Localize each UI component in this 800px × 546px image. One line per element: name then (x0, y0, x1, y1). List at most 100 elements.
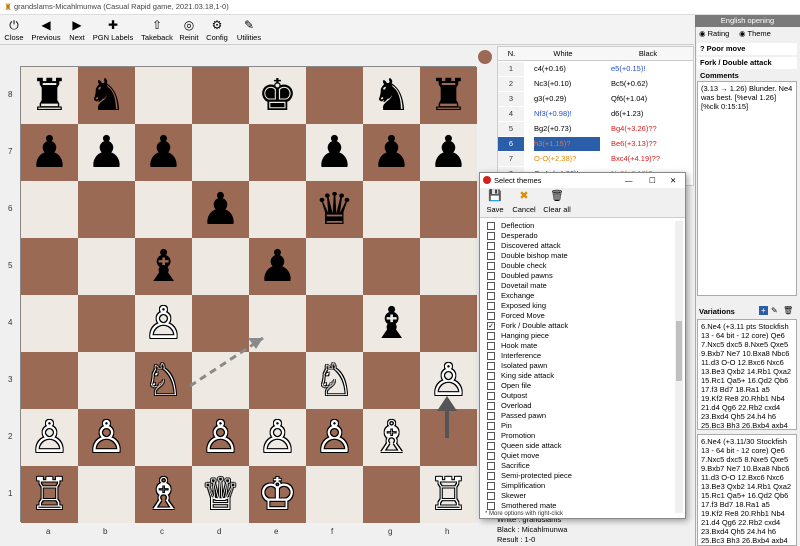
move-row[interactable]: 1 c4(+0.16) e5(+0.15)! (498, 62, 693, 76)
theme-checkbox[interactable] (487, 302, 495, 310)
square-a2[interactable]: ♙ (21, 409, 78, 466)
theme-checkbox[interactable] (487, 472, 495, 480)
square-e6[interactable] (249, 181, 306, 238)
theme-item[interactable]: Queen side attack (484, 441, 634, 451)
theme-checkbox[interactable] (487, 402, 495, 410)
chess-piece[interactable]: ♝ (363, 295, 420, 352)
theme-checkbox[interactable] (487, 332, 495, 340)
square-b7[interactable]: ♟ (78, 124, 135, 181)
variation-1[interactable]: 6.Ne4 (+3.11 pts Stockfish 13 - 64 bit -… (697, 319, 797, 430)
square-c1[interactable]: ♗ (135, 466, 192, 523)
square-e5[interactable]: ♟ (249, 238, 306, 295)
chess-piece[interactable]: ♕ (192, 466, 249, 523)
theme-checkbox[interactable] (487, 422, 495, 430)
chess-piece[interactable]: ♔ (249, 466, 306, 523)
chess-piece[interactable]: ♙ (135, 295, 192, 352)
theme-checkbox[interactable] (487, 392, 495, 400)
white-move[interactable]: g3(+0.29) (534, 92, 600, 106)
theme-checkbox[interactable] (487, 502, 495, 510)
square-e4[interactable] (249, 295, 306, 352)
clear-all-button[interactable]: 🗑 Clear all (542, 190, 572, 214)
square-f4[interactable] (306, 295, 363, 352)
chess-piece[interactable]: ♟ (21, 124, 78, 181)
square-f3[interactable]: ♘ (306, 352, 363, 409)
white-move[interactable]: h3(+1.15)? (534, 137, 600, 151)
theme-item[interactable]: King side attack (484, 371, 634, 381)
theme-checkbox[interactable] (487, 362, 495, 370)
reinit-button[interactable]: ◎ Reinit (178, 15, 200, 45)
square-c3[interactable]: ♘ (135, 352, 192, 409)
theme-checkbox[interactable]: ✓ (487, 322, 495, 330)
theme-checkbox[interactable] (487, 452, 495, 460)
square-a8[interactable]: ♜ (21, 67, 78, 124)
move-row[interactable]: 2 Nc3(+0.10) Bc5(+0.62) (498, 77, 693, 91)
square-f6[interactable]: ♛ (306, 181, 363, 238)
square-h6[interactable] (420, 181, 477, 238)
black-move[interactable]: e5(+0.15)! (611, 62, 693, 76)
chess-piece[interactable]: ♞ (78, 67, 135, 124)
theme-checkbox[interactable] (487, 412, 495, 420)
theme-checkbox[interactable] (487, 482, 495, 490)
square-g6[interactable] (363, 181, 420, 238)
theme-item[interactable]: Double check (484, 261, 634, 271)
theme-item[interactable]: Skewer (484, 491, 634, 501)
square-b4[interactable] (78, 295, 135, 352)
next-button[interactable]: ▶ Next (66, 15, 88, 45)
chess-piece[interactable]: ♖ (21, 466, 78, 523)
minimize-icon[interactable]: — (625, 173, 633, 188)
theme-item[interactable]: Sacrifice (484, 461, 634, 471)
square-b3[interactable] (78, 352, 135, 409)
square-e3[interactable] (249, 352, 306, 409)
square-g2[interactable]: ♗ (363, 409, 420, 466)
square-f2[interactable]: ♙ (306, 409, 363, 466)
square-h2[interactable] (420, 409, 477, 466)
scrollbar-thumb[interactable] (676, 321, 682, 381)
theme-checkbox[interactable] (487, 352, 495, 360)
chess-piece[interactable]: ♜ (21, 67, 78, 124)
poor-move-label[interactable]: ? Poor move (697, 43, 797, 55)
theme-item[interactable]: Semi-protected piece (484, 471, 634, 481)
theme-checkbox[interactable] (487, 232, 495, 240)
save-button[interactable]: 💾 Save (485, 190, 505, 214)
square-b8[interactable]: ♞ (78, 67, 135, 124)
theme-item[interactable]: Dovetail mate (484, 281, 634, 291)
square-a6[interactable] (21, 181, 78, 238)
theme-item[interactable]: Double bishop mate (484, 251, 634, 261)
delete-variation-icon[interactable]: 🗑 (783, 306, 793, 315)
square-g1[interactable] (363, 466, 420, 523)
theme-checkbox[interactable] (487, 342, 495, 350)
chess-piece[interactable]: ♜ (420, 67, 477, 124)
square-c6[interactable] (135, 181, 192, 238)
square-h3[interactable]: ♙ (420, 352, 477, 409)
square-g4[interactable]: ♝ (363, 295, 420, 352)
theme-checkbox[interactable] (487, 262, 495, 270)
square-a1[interactable]: ♖ (21, 466, 78, 523)
variation-2[interactable]: 6.Ne4 (+3.11/30 Stockfish 13 - 64 bit - … (697, 434, 797, 546)
chess-piece[interactable]: ♟ (420, 124, 477, 181)
takeback-button[interactable]: ⇧ Takeback (140, 15, 174, 45)
edit-variation-icon[interactable]: ✎ (771, 306, 778, 315)
chess-piece[interactable]: ♙ (192, 409, 249, 466)
square-f8[interactable] (306, 67, 363, 124)
theme-checkbox[interactable] (487, 372, 495, 380)
close-button[interactable]: ⏻ Close (2, 15, 26, 45)
chess-piece[interactable]: ♖ (420, 466, 477, 523)
square-a4[interactable] (21, 295, 78, 352)
theme-checkbox[interactable] (487, 312, 495, 320)
theme-checkbox[interactable] (487, 492, 495, 500)
square-b1[interactable] (78, 466, 135, 523)
chess-piece[interactable]: ♙ (249, 409, 306, 466)
move-row[interactable]: 7 O-O(+2.38)? Bxc4(+4.19)?? (498, 152, 693, 166)
theme-item[interactable]: Forced Move (484, 311, 634, 321)
square-h8[interactable]: ♜ (420, 67, 477, 124)
theme-item[interactable]: Overload (484, 401, 634, 411)
square-a3[interactable] (21, 352, 78, 409)
pgn-labels-button[interactable]: ✚ PGN Labels (92, 15, 134, 45)
move-row[interactable]: 4 Nf3(+0.98)! d6(+1.23) (498, 107, 693, 121)
square-b6[interactable] (78, 181, 135, 238)
square-d8[interactable] (192, 67, 249, 124)
chess-piece[interactable]: ♗ (363, 409, 420, 466)
square-f1[interactable] (306, 466, 363, 523)
theme-checkbox[interactable] (487, 382, 495, 390)
square-f5[interactable] (306, 238, 363, 295)
